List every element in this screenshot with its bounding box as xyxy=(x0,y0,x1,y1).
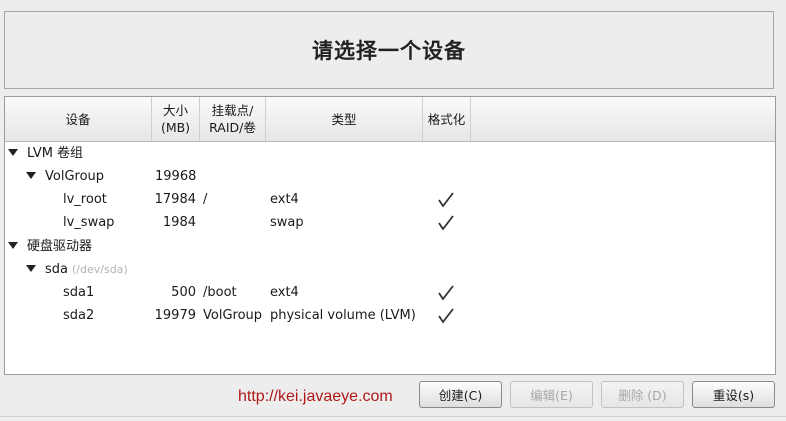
table-row[interactable]: sda1 500 /boot ext4 xyxy=(5,281,775,304)
triangle-down-icon[interactable] xyxy=(26,265,36,272)
column-header-format[interactable]: 格式化 xyxy=(423,97,471,141)
title-banner: 请选择一个设备 xyxy=(4,11,774,89)
watermark-url: http://kei.javaeye.com xyxy=(238,388,393,405)
device-path: (/dev/sda) xyxy=(72,263,128,276)
device-tree-table[interactable]: 设备 大小 (MB) 挂载点/ RAID/卷 类型 格式化 LVM 卷组 Vol… xyxy=(4,96,776,375)
triangle-down-icon[interactable] xyxy=(26,172,36,179)
table-row[interactable]: sda2 19979 VolGroup physical volume (LVM… xyxy=(5,304,775,327)
triangle-down-icon[interactable] xyxy=(8,242,18,249)
tree-row-sda[interactable]: sda (/dev/sda) xyxy=(5,258,775,281)
size-cell: 19968 xyxy=(155,169,197,184)
subgroup-name: sda xyxy=(45,262,68,277)
size-header-line1: 大小 xyxy=(162,103,188,118)
size-cell: 17984 xyxy=(154,192,196,207)
mount-header-line2: RAID/卷 xyxy=(209,120,256,135)
type-cell: swap xyxy=(270,215,304,230)
type-cell: physical volume (LVM) xyxy=(270,308,416,323)
reset-button[interactable]: 重设(s) xyxy=(692,381,775,408)
checkmark-icon xyxy=(438,192,454,208)
page-title: 请选择一个设备 xyxy=(312,39,466,63)
device-cell: lv_swap xyxy=(63,215,115,230)
delete-button[interactable]: 删除 (D) xyxy=(601,381,684,408)
table-row[interactable]: lv_root 17984 / ext4 xyxy=(5,188,775,211)
tree-row-hard-drives[interactable]: 硬盘驱动器 xyxy=(5,235,775,258)
group-label: 硬盘驱动器 xyxy=(27,239,93,254)
column-header-size[interactable]: 大小 (MB) xyxy=(152,97,200,141)
type-cell: ext4 xyxy=(270,192,299,207)
mount-cell: VolGroup xyxy=(203,308,263,323)
mount-cell: / xyxy=(203,192,208,207)
mount-header-line1: 挂载点/ xyxy=(211,103,254,118)
tree-row-lvm-group[interactable]: LVM 卷组 xyxy=(5,142,775,165)
column-header-type[interactable]: 类型 xyxy=(266,97,423,141)
size-cell: 1984 xyxy=(162,215,196,230)
device-cell: sda2 xyxy=(63,308,95,323)
group-label: LVM 卷组 xyxy=(27,146,84,161)
size-cell: 500 xyxy=(171,285,196,300)
table-row[interactable]: lv_swap 1984 swap xyxy=(5,211,775,234)
column-headers: 设备 大小 (MB) 挂载点/ RAID/卷 类型 格式化 xyxy=(5,97,775,142)
checkmark-icon xyxy=(438,308,454,324)
mount-cell: /boot xyxy=(203,285,237,300)
tree-row-volgroup[interactable]: VolGroup 19968 xyxy=(5,165,775,188)
size-header-line2: (MB) xyxy=(160,120,191,135)
device-cell: sda1 xyxy=(63,285,95,300)
size-cell: 19979 xyxy=(154,308,196,323)
divider xyxy=(0,416,786,417)
device-cell: lv_root xyxy=(63,192,107,207)
create-button[interactable]: 创建(C) xyxy=(419,381,502,408)
column-header-device[interactable]: 设备 xyxy=(5,97,152,141)
type-cell: ext4 xyxy=(270,285,299,300)
checkmark-icon xyxy=(438,285,454,301)
checkmark-icon xyxy=(438,215,454,231)
column-header-mount[interactable]: 挂载点/ RAID/卷 xyxy=(200,97,266,141)
subgroup-name: VolGroup xyxy=(45,169,105,184)
triangle-down-icon[interactable] xyxy=(8,149,18,156)
edit-button[interactable]: 编辑(E) xyxy=(510,381,593,408)
